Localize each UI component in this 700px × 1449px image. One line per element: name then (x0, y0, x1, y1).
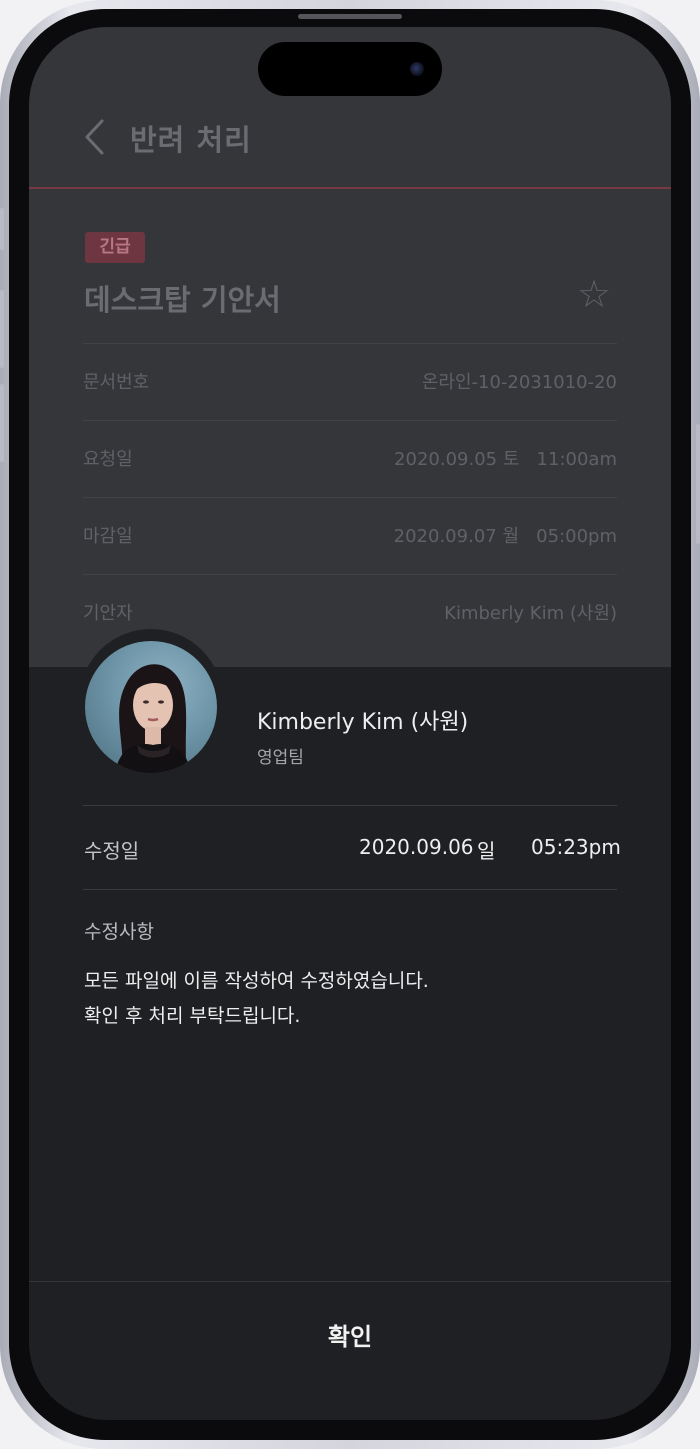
profile-team: 영업팀 (257, 748, 304, 768)
star-icon[interactable]: ☆ (577, 272, 611, 316)
info-value: 온라인-10-2031010-20 (421, 372, 617, 393)
person-photo-icon (115, 664, 191, 773)
info-label: 요청일 (83, 449, 133, 470)
screen: 반려 처리 긴급 데스크탑 기안서 ☆ 문서번호 온라인-10-2031010-… (29, 27, 671, 1420)
footer: 확인 (29, 1281, 671, 1420)
changes-text-line: 모든 파일에 이름 작성하여 수정하였습니다. (84, 970, 429, 992)
changes-text-line: 확인 후 처리 부탁드립니다. (84, 1005, 301, 1027)
side-button (0, 290, 4, 368)
page-title: 반려 처리 (130, 123, 252, 157)
avatar (85, 641, 217, 773)
info-value: Kimberly Kim (사원) (444, 603, 617, 624)
header: 반려 처리 (29, 97, 671, 189)
urgent-badge: 긴급 (85, 232, 145, 263)
divider (83, 889, 617, 890)
profile-name: Kimberly Kim (사원) (257, 710, 469, 735)
document-title: 데스크탑 기안서 (84, 283, 281, 317)
side-button (0, 384, 4, 462)
confirm-button[interactable]: 확인 (29, 1282, 671, 1386)
modified-date: 2020.09.06 (359, 835, 474, 859)
dynamic-island (258, 42, 442, 96)
info-row-request-date: 요청일 2020.09.05 토 11:00am (83, 420, 617, 497)
divider (83, 805, 617, 806)
info-label: 마감일 (83, 526, 133, 547)
info-value: 2020.09.05 토 11:00am (394, 449, 617, 470)
info-row-deadline: 마감일 2020.09.07 월 05:00pm (83, 497, 617, 574)
changes-label: 수정사항 (84, 921, 154, 943)
info-row-document-number: 문서번호 온라인-10-2031010-20 (83, 343, 617, 420)
modified-time: 05:23pm (531, 835, 621, 859)
modified-date-label: 수정일 (84, 839, 140, 863)
camera-icon (410, 62, 424, 76)
speaker-grille (298, 14, 402, 19)
side-button (696, 424, 700, 544)
info-label: 기안자 (83, 603, 133, 624)
side-button (0, 208, 4, 250)
background-page: 반려 처리 긴급 데스크탑 기안서 ☆ 문서번호 온라인-10-2031010-… (29, 27, 671, 667)
back-arrow-icon[interactable] (78, 117, 112, 157)
info-value: 2020.09.07 월 05:00pm (393, 526, 617, 547)
document-info-list: 문서번호 온라인-10-2031010-20 요청일 2020.09.05 토 … (83, 343, 617, 651)
info-label: 문서번호 (83, 372, 150, 393)
modified-day: 일 (477, 839, 496, 863)
